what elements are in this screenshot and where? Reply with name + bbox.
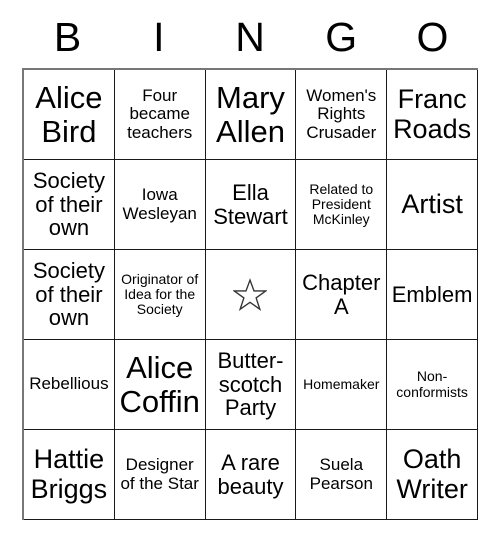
- bingo-cell-label: Artist: [401, 188, 463, 219]
- bingo-cell-label: Homemaker: [303, 375, 380, 392]
- bingo-cell-label: Society of their own: [32, 257, 105, 331]
- bingo-cell[interactable]: Women's Rights Crusader: [296, 70, 388, 160]
- bingo-cell-label: Alice Coffin: [119, 350, 200, 419]
- bingo-cell[interactable]: Originator of Idea for the Society: [114, 250, 206, 340]
- header-letter-g: G: [325, 13, 358, 60]
- bingo-cell-label: Related to President McKinley: [309, 180, 374, 228]
- bingo-cell-label: Designer of the Star: [120, 455, 199, 493]
- bingo-cell[interactable]: Emblem: [387, 250, 478, 340]
- bingo-cell[interactable]: Butter-scotch Party: [205, 340, 297, 430]
- bingo-cell-label: Chapter A: [302, 269, 381, 319]
- bingo-cell[interactable]: Oath Writer: [387, 430, 478, 520]
- bingo-grid: Alice Bird Four became teachers Mary Allen…: [22, 68, 478, 520]
- bingo-cell[interactable]: Rebellious: [24, 340, 115, 430]
- bingo-cell-label: Emblem: [391, 281, 473, 307]
- bingo-cell-label: Oath Writer: [396, 444, 468, 504]
- bingo-cell[interactable]: Hattie Briggs: [24, 430, 115, 520]
- bingo-cell[interactable]: Alice Bird: [24, 70, 115, 160]
- bingo-cell[interactable]: Franc Roads: [387, 70, 478, 160]
- star-icon: [233, 277, 268, 311]
- header-letter-n: N: [235, 13, 265, 60]
- bingo-cell-label: Alice Bird: [35, 80, 103, 149]
- bingo-cell-label: Mary Allen: [216, 80, 285, 149]
- bingo-cell-label: Non-conformists: [396, 368, 468, 400]
- bingo-cell[interactable]: Ella Stewart: [205, 160, 297, 250]
- bingo-cell-label: Suela Pearson: [309, 455, 373, 493]
- bingo-cell-label: Butter-scotch Party: [217, 347, 284, 421]
- bingo-cell[interactable]: Artist: [387, 160, 478, 250]
- bingo-cell-free-space[interactable]: [205, 250, 297, 340]
- bingo-cell[interactable]: Suela Pearson: [296, 430, 388, 520]
- bingo-cell[interactable]: Mary Allen: [205, 70, 297, 160]
- bingo-cell[interactable]: Four became teachers: [114, 70, 206, 160]
- bingo-cell[interactable]: Chapter A: [296, 250, 388, 340]
- header-letter-o: O: [416, 13, 449, 60]
- bingo-cell-label: Iowa Wesleyan: [122, 185, 197, 223]
- bingo-card: B I N G O Alice Bird Four became teachers…: [0, 0, 500, 544]
- bingo-cell-label: Hattie Briggs: [30, 444, 108, 504]
- bingo-cell-label: A rare beauty: [217, 449, 284, 499]
- header-letter-i: I: [153, 13, 165, 60]
- bingo-cell[interactable]: A rare beauty: [205, 430, 297, 520]
- bingo-cell-label: Society of their own: [32, 167, 105, 241]
- bingo-cell-label: Ella Stewart: [213, 179, 288, 229]
- bingo-cell[interactable]: Iowa Wesleyan: [114, 160, 206, 250]
- bingo-cell[interactable]: Designer of the Star: [114, 430, 206, 520]
- header-letter-b: B: [53, 13, 82, 60]
- bingo-cell[interactable]: Society of their own: [24, 160, 115, 250]
- bingo-cell[interactable]: Society of their own: [24, 250, 115, 340]
- bingo-cell[interactable]: Alice Coffin: [114, 340, 206, 430]
- bingo-cell-label: Franc Roads: [393, 84, 472, 144]
- bingo-header: B I N G O: [22, 8, 478, 66]
- bingo-cell-label: Originator of Idea for the Society: [121, 270, 199, 318]
- bingo-cell[interactable]: Homemaker: [296, 340, 388, 430]
- bingo-cell[interactable]: Related to President McKinley: [296, 160, 388, 250]
- bingo-cell-label: Rebellious: [29, 374, 109, 394]
- bingo-cell[interactable]: Non-conformists: [387, 340, 478, 430]
- bingo-cell-label: Women's Rights Crusader: [306, 85, 377, 142]
- bingo-cell-label: Four became teachers: [127, 85, 193, 142]
